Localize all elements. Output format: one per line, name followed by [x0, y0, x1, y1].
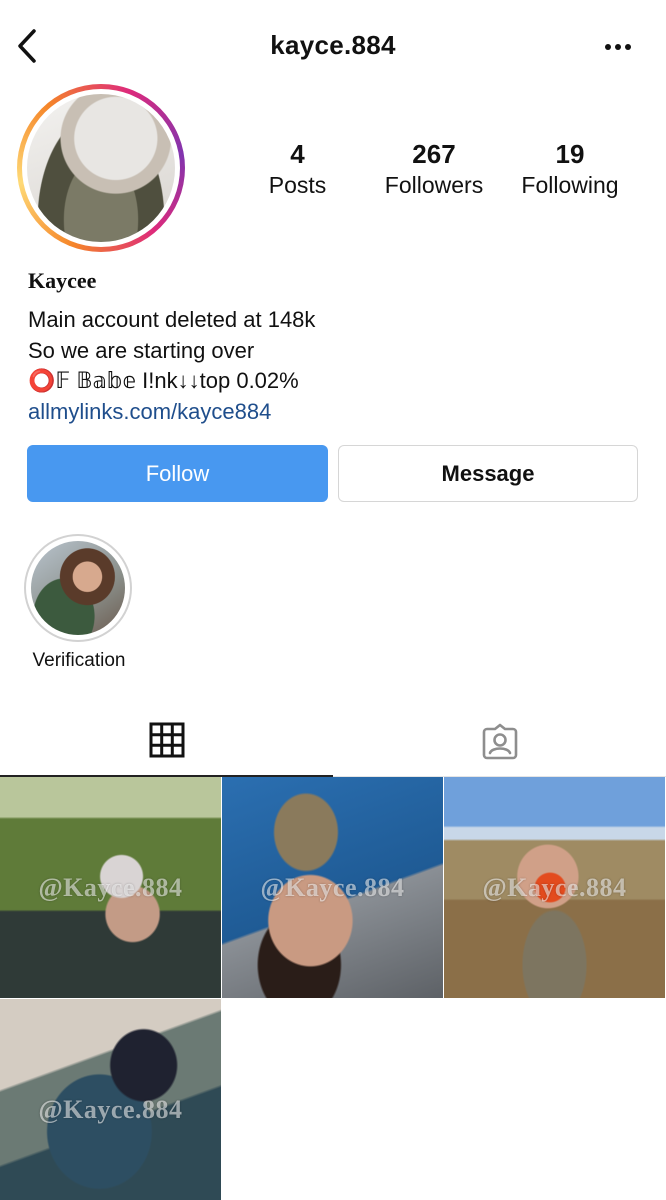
profile-avatar[interactable] — [17, 84, 185, 252]
profile-tabs — [0, 705, 666, 777]
followers-count-label: Followers — [384, 172, 484, 198]
post-thumbnail[interactable]: @Kayce.884 — [0, 777, 221, 998]
bio-link[interactable]: allmylinks.com/kayce884 — [28, 397, 315, 428]
followers-count[interactable]: 267 Followers — [374, 138, 494, 200]
tagged-icon — [482, 723, 517, 759]
profile-bio: Main account deleted at 148k So we are s… — [28, 305, 315, 427]
more-horizontal-icon — [605, 44, 631, 50]
following-count[interactable]: 19 Following — [510, 138, 630, 200]
post-watermark: @Kayce.884 — [38, 872, 183, 902]
following-count-label: Following — [521, 172, 619, 198]
posts-count-label: Posts — [268, 172, 327, 198]
posts-count-value: 4 — [290, 139, 305, 169]
story-highlight[interactable]: Verification — [24, 534, 134, 672]
display-name: Kaycee — [28, 268, 97, 293]
avatar-photo — [27, 94, 175, 242]
message-button[interactable]: Message — [338, 445, 638, 502]
more-options-button[interactable] — [600, 36, 636, 58]
profile-stats: 4 Posts 267 Followers 19 Following — [240, 138, 650, 208]
post-thumbnail[interactable]: @Kayce.884 — [222, 777, 443, 998]
highlight-label: Verification — [32, 650, 126, 671]
profile-username: kayce.884 — [270, 30, 396, 60]
bio-line: So we are starting over — [28, 337, 255, 363]
avatar-border — [22, 89, 180, 247]
profile-header: kayce.884 — [0, 0, 666, 96]
highlight-ring — [24, 534, 132, 642]
following-count-value: 19 — [555, 139, 585, 169]
highlight-cover — [31, 541, 125, 635]
post-watermark: @Kayce.884 — [260, 872, 405, 902]
post-thumbnail[interactable]: @Kayce.884 — [444, 777, 665, 998]
bio-line: Main account deleted at 148k — [28, 307, 316, 332]
post-watermark: @Kayce.884 — [482, 872, 627, 902]
tab-posts-grid[interactable] — [0, 705, 333, 777]
posts-count[interactable]: 4 Posts — [240, 138, 355, 200]
followers-count-value: 267 — [412, 139, 456, 169]
grid-icon — [149, 722, 184, 758]
bio-line: ⭕️𝔽 𝔹𝕒𝕓𝕖 I!nk↓↓top 0.02% — [28, 368, 299, 393]
follow-button[interactable]: Follow — [27, 445, 328, 502]
tab-tagged[interactable] — [333, 705, 666, 777]
post-thumbnail[interactable]: @Kayce.884 — [0, 999, 221, 1200]
post-watermark: @Kayce.884 — [38, 1094, 183, 1124]
